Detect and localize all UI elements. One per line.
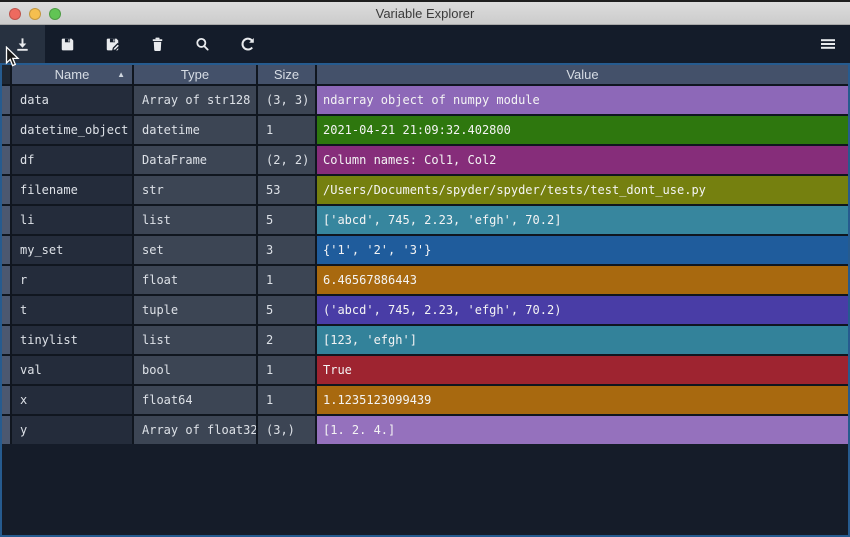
name-cell[interactable]: data [12, 86, 132, 114]
size-cell[interactable]: 1 [258, 116, 315, 144]
type-cell[interactable]: DataFrame [134, 146, 256, 174]
toolbar [0, 25, 850, 63]
type-cell[interactable]: datetime [134, 116, 256, 144]
row-header[interactable] [2, 86, 10, 114]
value-cell[interactable]: [123, 'efgh'] [317, 326, 848, 354]
size-cell[interactable]: 5 [258, 296, 315, 324]
column-header-type[interactable]: Type [134, 65, 256, 84]
value-cell[interactable]: 2021-04-21 21:09:32.402800 [317, 116, 848, 144]
variable-explorer-window: Variable Explorer Name ▲ Type Size Value… [0, 0, 850, 537]
size-cell[interactable]: (2, 2) [258, 146, 315, 174]
table-grid: Name ▲ Type Size Value data Array of str… [2, 65, 848, 444]
column-header-size[interactable]: Size [258, 65, 315, 84]
column-header-value[interactable]: Value [317, 65, 848, 84]
row-header[interactable] [2, 206, 10, 234]
table-empty-area [2, 444, 848, 535]
variable-table: Name ▲ Type Size Value data Array of str… [0, 63, 850, 537]
name-cell[interactable]: filename [12, 176, 132, 204]
value-cell[interactable]: 1.1235123099439 [317, 386, 848, 414]
type-cell[interactable]: float64 [134, 386, 256, 414]
save-data-as-button[interactable] [90, 25, 135, 63]
name-cell[interactable]: tinylist [12, 326, 132, 354]
sort-asc-icon: ▲ [117, 70, 125, 79]
value-cell[interactable]: ndarray object of numpy module [317, 86, 848, 114]
save-data-button[interactable] [45, 25, 90, 63]
row-header[interactable] [2, 416, 10, 444]
type-cell[interactable]: set [134, 236, 256, 264]
name-cell[interactable]: li [12, 206, 132, 234]
row-header[interactable] [2, 356, 10, 384]
save-as-icon [104, 36, 121, 53]
trash-icon [149, 36, 166, 53]
row-header[interactable] [2, 236, 10, 264]
type-cell[interactable]: tuple [134, 296, 256, 324]
refresh-button[interactable] [225, 25, 270, 63]
row-header[interactable] [2, 326, 10, 354]
name-cell[interactable]: val [12, 356, 132, 384]
hamburger-icon [819, 36, 837, 52]
value-cell[interactable]: /Users/Documents/spyder/spyder/tests/tes… [317, 176, 848, 204]
value-cell[interactable]: [1. 2. 4.] [317, 416, 848, 444]
row-header[interactable] [2, 146, 10, 174]
row-header[interactable] [2, 176, 10, 204]
size-cell[interactable]: 5 [258, 206, 315, 234]
size-cell[interactable]: (3, 3) [258, 86, 315, 114]
value-cell[interactable]: ['abcd', 745, 2.23, 'efgh', 70.2] [317, 206, 848, 234]
row-header[interactable] [2, 386, 10, 414]
window-title: Variable Explorer [375, 6, 475, 21]
options-menu-button[interactable] [808, 25, 848, 63]
column-header-name[interactable]: Name ▲ [12, 65, 132, 84]
remove-all-variables-button[interactable] [135, 25, 180, 63]
name-cell[interactable]: r [12, 266, 132, 294]
value-cell[interactable]: True [317, 356, 848, 384]
value-cell[interactable]: Column names: Col1, Col2 [317, 146, 848, 174]
name-cell[interactable]: y [12, 416, 132, 444]
type-cell[interactable]: bool [134, 356, 256, 384]
type-cell[interactable]: list [134, 326, 256, 354]
size-cell[interactable]: 1 [258, 386, 315, 414]
save-icon [59, 36, 76, 53]
type-cell[interactable]: Array of float32 [134, 416, 256, 444]
row-header[interactable] [2, 296, 10, 324]
search-button[interactable] [180, 25, 225, 63]
type-cell[interactable]: str [134, 176, 256, 204]
value-cell[interactable]: ('abcd', 745, 2.23, 'efgh', 70.2) [317, 296, 848, 324]
size-cell[interactable]: 1 [258, 356, 315, 384]
table-corner-cell[interactable] [2, 65, 10, 84]
name-cell[interactable]: datetime_object [12, 116, 132, 144]
name-cell[interactable]: df [12, 146, 132, 174]
size-cell[interactable]: 3 [258, 236, 315, 264]
value-cell[interactable]: {'1', '2', '3'} [317, 236, 848, 264]
size-cell[interactable]: 1 [258, 266, 315, 294]
import-icon [14, 36, 31, 53]
name-cell[interactable]: t [12, 296, 132, 324]
row-header[interactable] [2, 266, 10, 294]
size-cell[interactable]: 2 [258, 326, 315, 354]
titlebar: Variable Explorer [0, 0, 850, 25]
search-icon [194, 36, 211, 53]
row-header[interactable] [2, 116, 10, 144]
refresh-icon [239, 36, 256, 53]
value-cell[interactable]: 6.46567886443 [317, 266, 848, 294]
size-cell[interactable]: 53 [258, 176, 315, 204]
type-cell[interactable]: float [134, 266, 256, 294]
type-cell[interactable]: list [134, 206, 256, 234]
size-cell[interactable]: (3,) [258, 416, 315, 444]
type-cell[interactable]: Array of str128 [134, 86, 256, 114]
name-cell[interactable]: my_set [12, 236, 132, 264]
name-cell[interactable]: x [12, 386, 132, 414]
import-data-button[interactable] [0, 25, 45, 63]
